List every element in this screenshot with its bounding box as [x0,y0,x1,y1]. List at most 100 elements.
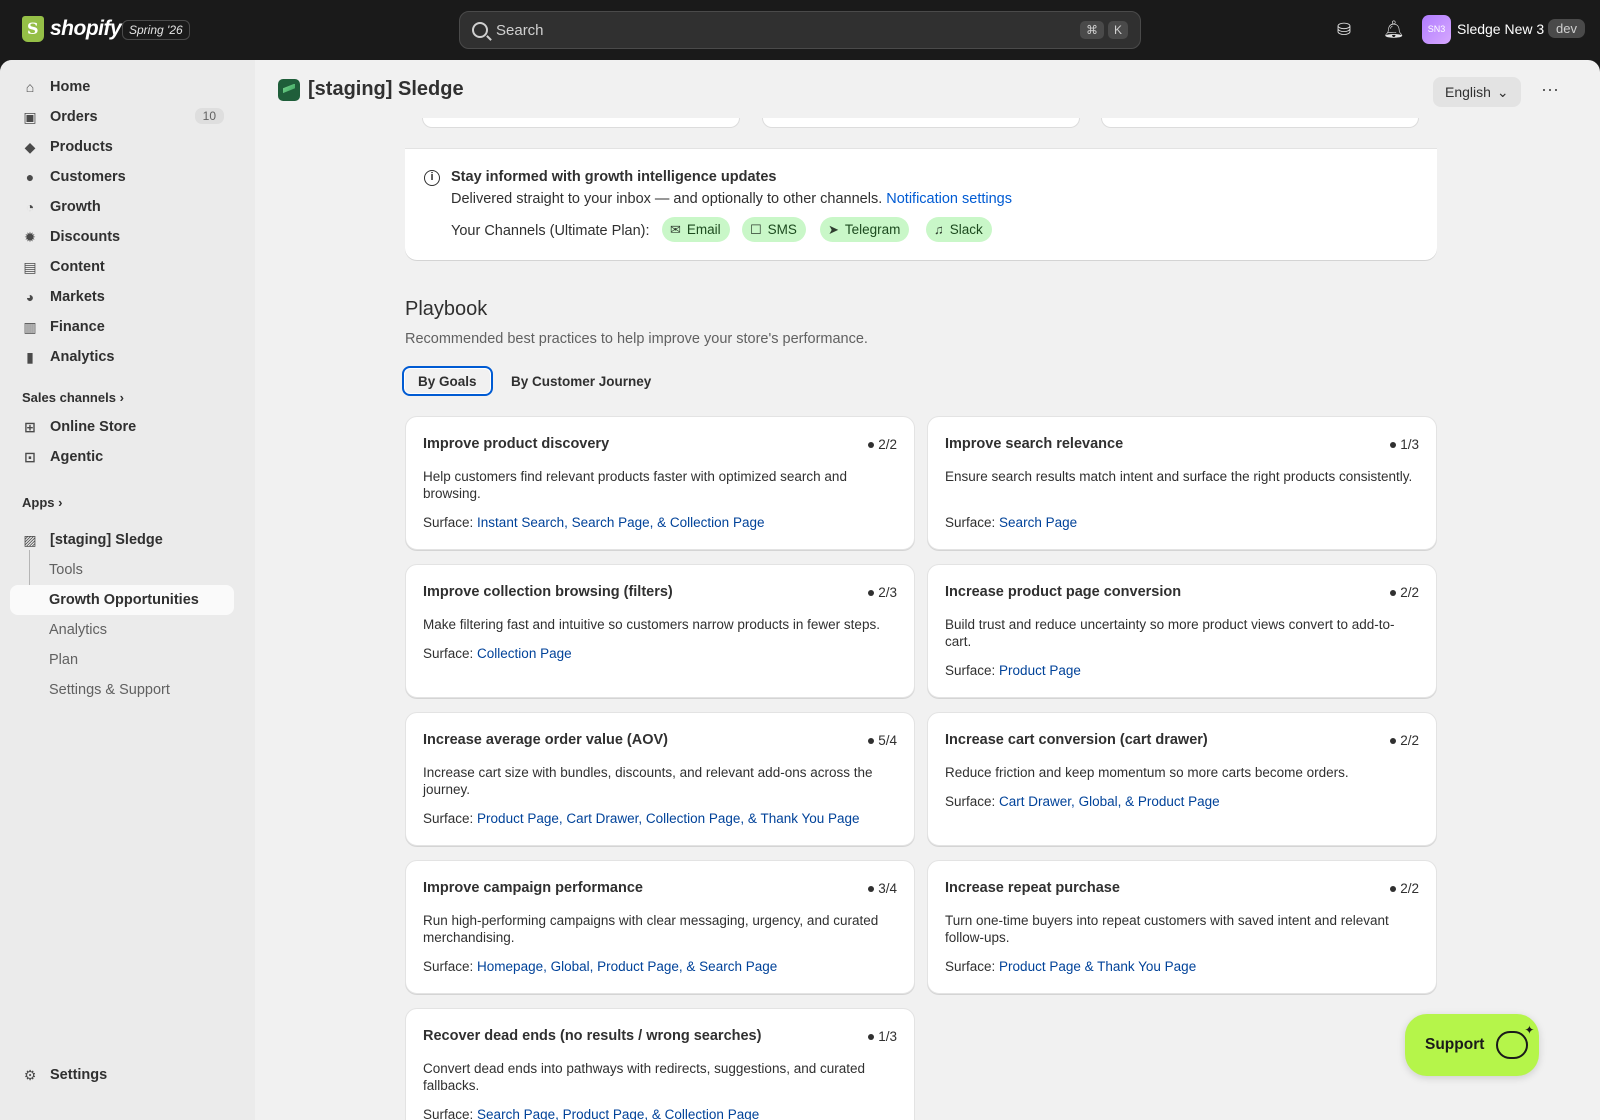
sales-channels-heading[interactable]: Sales channels › [22,390,124,405]
sidebar-item-label: Settings [50,1067,108,1083]
sidebar-item-label: Markets [50,289,105,305]
goal-description: Increase cart size with bundles, discoun… [423,765,873,797]
goal-description: Make filtering fast and intuitive so cus… [423,617,880,632]
bar-chart-icon: ▮ [26,348,34,365]
sidebar-item-sledge-app[interactable]: ▨ [staging] Sledge [10,525,234,555]
sidebar-item-markets[interactable]: ◕ Markets [10,282,234,312]
goal-card[interactable]: Improve search relevance 1/3 Ensure sear… [927,416,1437,550]
surface-links[interactable]: Product Page & Thank You Page [999,959,1196,974]
goal-card[interactable]: Increase repeat purchase 2/2 Turn one-ti… [927,860,1437,994]
goal-progress: 2/3 [868,585,897,600]
shopify-bag-icon [22,16,44,42]
more-actions-icon[interactable]: ··· [1537,80,1563,104]
info-title: Stay informed with growth intelligence u… [451,169,777,185]
sidebar-subitem-settings-support[interactable]: Settings & Support [10,675,234,705]
surface-links[interactable]: Cart Drawer, Global, & Product Page [999,794,1220,809]
goal-surface: Surface: Search Page [945,515,1078,530]
sidebar-subitem-growth-opportunities[interactable]: Growth Opportunities [10,585,234,615]
support-button[interactable]: Support [1405,1014,1539,1076]
search-input[interactable] [496,21,1076,39]
sidebar-item-orders[interactable]: ▣ Orders 10 [10,102,234,132]
mail-icon: ✉ [670,221,681,237]
sidekick-icon[interactable]: ⛁ [1334,20,1354,40]
goal-title: Improve campaign performance [423,880,643,896]
language-select[interactable]: English ⌄ [1433,77,1521,107]
sledge-app-icon: ▨ [23,531,37,548]
shopify-logo[interactable]: shopify [22,16,122,42]
goal-title: Increase cart conversion (cart drawer) [945,732,1208,748]
sidebar-subitem-analytics[interactable]: Analytics [10,615,234,645]
person-icon: ● [25,169,35,185]
sidebar-subitem-plan[interactable]: Plan [10,645,234,675]
sidebar-item-customers[interactable]: ● Customers [10,162,234,192]
surface-links[interactable]: Collection Page [477,646,572,661]
store-name[interactable]: Sledge New 3 [1457,21,1544,37]
surface-links[interactable]: Product Page, Cart Drawer, Collection Pa… [477,811,859,826]
orders-count-badge: 10 [194,108,224,124]
sidebar-subitem-tools[interactable]: Tools [10,555,234,585]
top-bar: shopify Spring '26 ⌘ K ⛁ 🔔︎ SN3 Sledge N… [0,0,1600,60]
surface-links[interactable]: Instant Search, Search Page, & Collectio… [477,515,764,530]
sidebar-item-home[interactable]: ⌂ Home [10,72,234,102]
release-badge[interactable]: Spring '26 [122,20,190,40]
goal-surface: Surface: Search Page, Product Page, & Co… [423,1107,760,1120]
goal-card[interactable]: Improve collection browsing (filters) 2/… [405,564,915,698]
goal-progress: 1/3 [1390,437,1419,452]
chat-icon: ☐ [750,221,762,237]
goal-title: Improve collection browsing (filters) [423,584,673,600]
bell-icon[interactable]: 🔔︎ [1383,20,1405,40]
surface-links[interactable]: Search Page, Product Page, & Collection … [477,1107,759,1120]
sidebar-item-analytics[interactable]: ▮ Analytics [10,342,234,372]
tab-by-customer-journey[interactable]: By Customer Journey [497,366,665,396]
sidebar-item-agentic[interactable]: ⊡ Agentic [10,442,234,472]
env-badge: dev [1548,19,1585,38]
goal-title: Improve product discovery [423,436,610,452]
store-avatar[interactable]: SN3 [1422,15,1451,44]
surface-links[interactable]: Product Page [999,663,1081,678]
globe-icon: ◕ [25,289,35,305]
sidebar-item-growth[interactable]: ◔ Growth [10,192,234,222]
sidebar-item-online-store[interactable]: ⊞ Online Store [10,412,234,442]
sidebar-item-label: Analytics [50,349,115,365]
goal-title: Recover dead ends (no results / wrong se… [423,1028,762,1044]
tab-by-goals[interactable]: By Goals [402,366,493,396]
sidebar-item-products[interactable]: ◆ Products [10,132,234,162]
sidebar-item-label: Customers [50,169,126,185]
bank-icon: ▥ [23,318,37,335]
goal-card[interactable]: Increase average order value (AOV) 5/4 I… [405,712,915,846]
surface-links[interactable]: Search Page [999,515,1077,530]
channel-label: Email [686,222,721,237]
goal-progress: 2/2 [1390,585,1419,600]
sidebar-item-finance[interactable]: ▥ Finance [10,312,234,342]
summary-card-bottom [1101,118,1419,128]
channel-label: SMS [767,222,797,237]
sidebar-item-discounts[interactable]: ✹ Discounts [10,222,234,252]
discount-icon: ✹ [24,228,36,245]
info-subtitle-text: Delivered straight to your inbox — and o… [451,191,883,207]
surface-links[interactable]: Homepage, Global, Product Page, & Search… [477,959,777,974]
goal-card[interactable]: Increase product page conversion 2/2 Bui… [927,564,1437,698]
goal-card[interactable]: Improve campaign performance 3/4 Run hig… [405,860,915,994]
goal-card[interactable]: Recover dead ends (no results / wrong se… [405,1008,915,1120]
goal-card[interactable]: Increase cart conversion (cart drawer) 2… [927,712,1437,846]
sidebar-item-label: [staging] Sledge [50,532,163,548]
search-bar[interactable]: ⌘ K [459,11,1141,49]
goal-card[interactable]: Improve product discovery 2/2 Help custo… [405,416,915,550]
sidebar-item-settings[interactable]: ⚙ Settings [10,1060,234,1090]
goal-description: Ensure search results match intent and s… [945,469,1413,484]
summary-card-bottom [422,118,740,128]
sidebar-item-label: Agentic [50,449,104,465]
goal-progress: 2/2 [1390,733,1419,748]
sledge-logo-icon [278,78,300,101]
support-label: Support [1425,1036,1485,1053]
page-header: [staging] Sledge [278,78,464,101]
sidebar-item-label: Discounts [50,229,121,245]
goal-surface: Surface: Instant Search, Search Page, & … [423,515,765,530]
notification-settings-link[interactable]: Notification settings [886,191,1012,207]
apps-heading[interactable]: Apps › [22,495,62,510]
info-icon: i [424,170,440,186]
goal-title: Increase average order value (AOV) [423,732,669,748]
goal-surface: Surface: Homepage, Global, Product Page,… [423,959,778,974]
goal-surface: Surface: Cart Drawer, Global, & Product … [945,794,1220,809]
sidebar-item-content[interactable]: ▤ Content [10,252,234,282]
